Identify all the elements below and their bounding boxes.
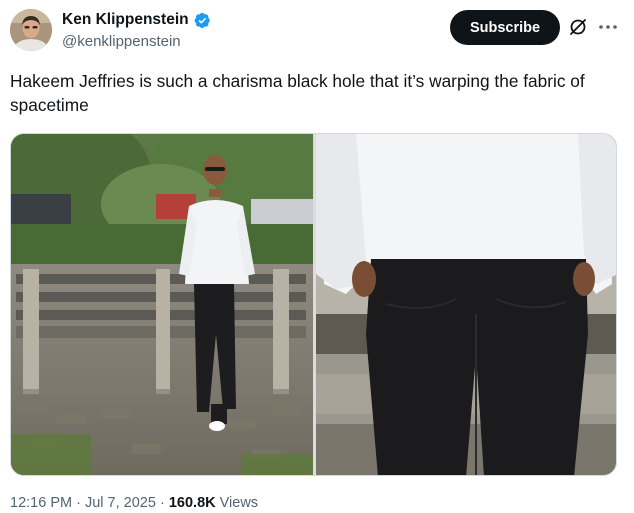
views-label: Views xyxy=(219,495,259,511)
subscribe-button[interactable]: Subscribe xyxy=(450,10,560,45)
tweet-date[interactable]: Jul 7, 2025 xyxy=(85,495,156,511)
meta-separator: · xyxy=(76,495,81,511)
tweet-time[interactable]: 12:16 PM xyxy=(10,495,72,511)
author-display-name[interactable]: Ken Klippenstein xyxy=(62,11,189,29)
author-handle[interactable]: @kenklippenstein xyxy=(62,33,181,50)
grok-icon[interactable] xyxy=(568,17,588,37)
meta-separator: · xyxy=(159,495,165,511)
media-grid xyxy=(10,133,617,476)
photo-closeup-trousers[interactable] xyxy=(316,134,616,475)
more-icon[interactable] xyxy=(597,17,619,37)
views-count: 160.8K xyxy=(168,495,216,511)
tweet-text: Hakeem Jeffries is such a charisma black… xyxy=(10,71,585,115)
tweet-card: Ken Klippenstein @kenklippenstein Subscr… xyxy=(0,0,634,513)
verified-badge-icon xyxy=(194,12,210,28)
tweet-meta: 12:16 PM · Jul 7, 2025 · 160.8K Views xyxy=(10,495,258,511)
author-name-row[interactable]: Ken Klippenstein xyxy=(62,11,211,29)
photo-man-by-bench[interactable] xyxy=(11,134,313,475)
avatar[interactable] xyxy=(10,9,52,51)
